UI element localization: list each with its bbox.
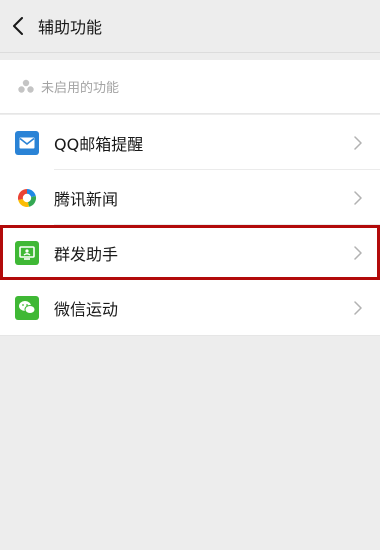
chevron-left-icon: [13, 17, 23, 35]
chevron-right-icon: [348, 243, 368, 263]
mail-icon: [15, 130, 39, 155]
back-button[interactable]: [0, 0, 36, 53]
list-item-label: QQ邮箱提醒: [54, 134, 144, 154]
list-item-wechat-sports[interactable]: 微信运动: [0, 280, 380, 335]
list-item-qq-mail-reminder[interactable]: QQ邮箱提醒: [0, 115, 380, 170]
users-icon: [18, 79, 34, 93]
page-title: 辅助功能: [38, 18, 103, 37]
chevron-right-icon: [348, 298, 368, 318]
list-item-label: 群发助手: [54, 244, 119, 264]
list-item-label: 腾讯新闻: [54, 189, 119, 209]
broadcast-icon: [15, 240, 39, 265]
chevron-right-icon: [348, 188, 368, 208]
list-item-broadcast-assistant[interactable]: 群发助手: [0, 225, 380, 280]
news-icon: [15, 186, 39, 210]
list-item-tencent-news[interactable]: 腾讯新闻: [0, 170, 380, 225]
section-header-disabled: 未启用的功能: [0, 60, 380, 114]
top-bar: 辅助功能: [0, 0, 380, 53]
section-label: 未启用的功能: [41, 81, 120, 96]
feature-list: QQ邮箱提醒 腾讯新闻 群发助手 微信运动: [0, 115, 380, 336]
list-item-label: 微信运动: [54, 299, 119, 319]
chevron-right-icon: [348, 133, 368, 153]
chat-icon: [15, 295, 39, 320]
